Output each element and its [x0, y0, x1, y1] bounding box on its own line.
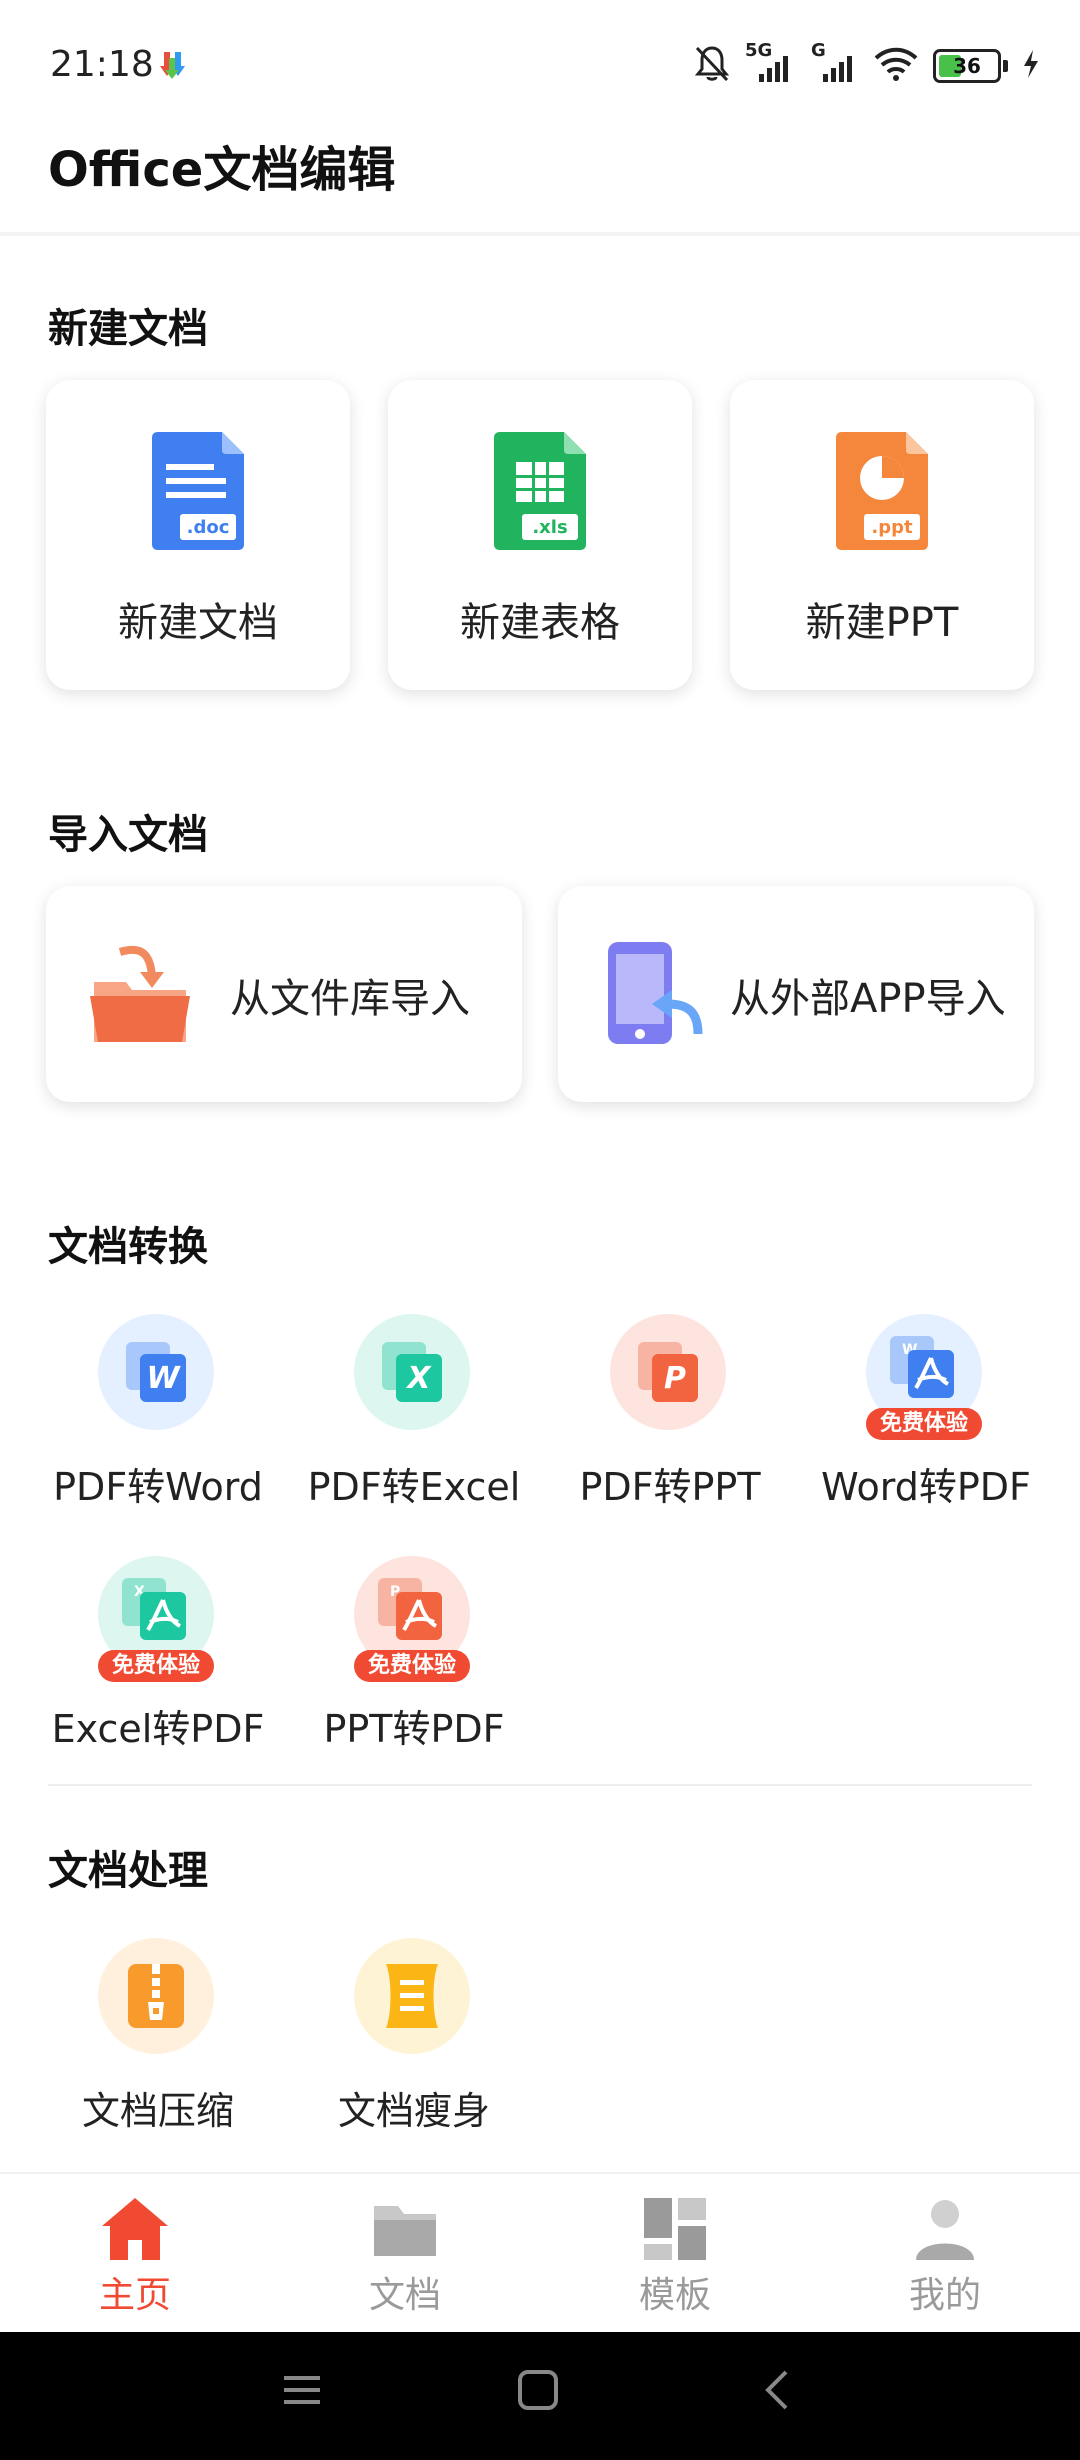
svg-text:X: X	[405, 1361, 432, 1396]
pdf-to-word-tool[interactable]: W PDF转Word	[38, 1314, 278, 1514]
section-title-process: 文档处理	[48, 1848, 208, 1894]
new-doc-label: 新建文档	[118, 600, 278, 646]
doc-compress-tool[interactable]: 文档压缩	[38, 1938, 278, 2138]
zip-compress-icon	[98, 1938, 214, 2054]
svg-text:W: W	[146, 1361, 181, 1396]
ppt-ext-label: .ppt	[871, 517, 913, 538]
free-trial-badge: 免费体验	[354, 1650, 470, 1682]
doc-slim-tool[interactable]: 文档瘦身	[294, 1938, 534, 2138]
nav-documents-label: 文档	[368, 2275, 441, 2316]
title-divider	[0, 232, 1080, 236]
nav-home[interactable]: 主页	[0, 2174, 270, 2334]
section-title-new: 新建文档	[48, 306, 208, 352]
new-sheet-label: 新建表格	[460, 600, 620, 646]
pdf-to-excel-icon: X	[354, 1314, 470, 1430]
excel-ext-label: .xls	[532, 517, 567, 538]
nav-documents[interactable]: 文档	[270, 2174, 540, 2334]
pdf-to-excel-label: PDF转Excel	[307, 1465, 521, 1509]
signal-5g-icon: 5G	[745, 40, 795, 86]
word-to-pdf-label: Word转PDF	[821, 1465, 1031, 1509]
folder-icon	[370, 2196, 440, 2266]
folder-import-icon	[90, 942, 194, 1050]
doc-slim-icon	[354, 1938, 470, 2054]
new-doc-card[interactable]: .doc 新建文档	[46, 380, 350, 690]
ppt-to-pdf-label: PPT转PDF	[323, 1707, 505, 1751]
doc-compress-label: 文档压缩	[81, 2089, 234, 2133]
import-from-app-card[interactable]: 从外部APP导入	[558, 886, 1034, 1102]
battery-icon: 36	[933, 49, 1001, 83]
home-square-icon[interactable]	[516, 2368, 560, 2416]
battery-level: 36	[953, 54, 981, 78]
menu-icon[interactable]	[280, 2368, 324, 2416]
excel-file-icon: .xls	[494, 432, 586, 554]
nav-profile-label: 我的	[908, 2275, 981, 2316]
person-icon	[910, 2196, 980, 2266]
status-time: 21:18	[50, 44, 154, 85]
charging-icon	[1022, 49, 1040, 83]
phone-import-icon	[602, 942, 706, 1050]
ppt-file-icon: .ppt	[836, 432, 928, 554]
nav-templates-label: 模板	[638, 2275, 711, 2316]
pdf-to-ppt-label: PDF转PPT	[579, 1465, 761, 1509]
wifi-icon	[873, 46, 919, 86]
back-icon[interactable]	[756, 2368, 800, 2416]
section-divider	[48, 1784, 1032, 1786]
pdf-to-word-icon: W	[98, 1314, 214, 1430]
ppt-to-pdf-tool[interactable]: P 免费体验 PPT转PDF	[294, 1556, 534, 1756]
bottom-nav: 主页 文档 模板 我的	[0, 2172, 1080, 2334]
new-ppt-card[interactable]: .ppt 新建PPT	[730, 380, 1034, 690]
mute-bell-icon	[693, 44, 731, 88]
section-title-convert: 文档转换	[48, 1224, 208, 1270]
pdf-to-excel-tool[interactable]: X PDF转Excel	[294, 1314, 534, 1514]
pdf-to-word-label: PDF转Word	[53, 1465, 263, 1509]
pdf-to-ppt-tool[interactable]: P PDF转PPT	[550, 1314, 790, 1514]
word-ext-label: .doc	[187, 517, 230, 538]
system-nav-bar	[0, 2332, 1080, 2460]
new-sheet-card[interactable]: .xls 新建表格	[388, 380, 692, 690]
signal-g-icon: G	[809, 40, 859, 86]
nav-profile[interactable]: 我的	[810, 2174, 1080, 2334]
svg-text:P: P	[664, 1361, 686, 1396]
excel-to-pdf-tool[interactable]: X 免费体验 Excel转PDF	[38, 1556, 278, 1756]
new-ppt-label: 新建PPT	[805, 600, 959, 646]
nav-templates[interactable]: 模板	[540, 2174, 810, 2334]
nav-home-label: 主页	[98, 2275, 171, 2316]
import-from-library-label: 从文件库导入	[230, 976, 470, 1022]
status-icons: 5G G 36	[693, 40, 1040, 88]
free-trial-badge: 免费体验	[98, 1650, 214, 1682]
word-to-pdf-tool[interactable]: W 免费体验 Word转PDF	[806, 1314, 1046, 1514]
template-grid-icon	[640, 2196, 710, 2266]
excel-to-pdf-label: Excel转PDF	[51, 1707, 265, 1751]
import-from-app-label: 从外部APP导入	[730, 976, 1006, 1022]
import-from-library-card[interactable]: 从文件库导入	[46, 886, 522, 1102]
doc-slim-label: 文档瘦身	[337, 2089, 490, 2133]
app-title: Office文档编辑	[48, 142, 396, 198]
download-icon	[158, 50, 190, 84]
pdf-to-ppt-icon: P	[610, 1314, 726, 1430]
status-bar: 21:18 5G G 36	[0, 0, 1080, 135]
free-trial-badge: 免费体验	[866, 1408, 982, 1440]
section-title-import: 导入文档	[48, 812, 208, 858]
word-file-icon: .doc	[152, 432, 244, 554]
home-icon	[100, 2196, 170, 2266]
